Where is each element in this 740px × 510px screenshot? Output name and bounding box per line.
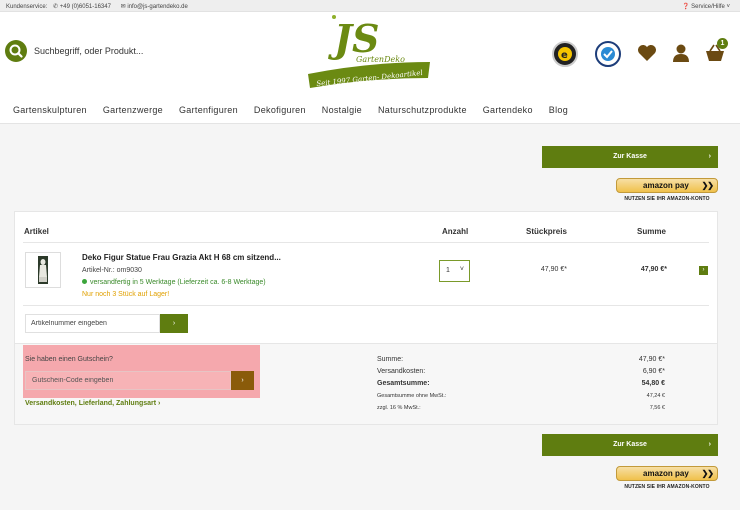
- summary-value-subtotal: 47,90 €*: [638, 356, 665, 363]
- cart-button[interactable]: 1: [704, 38, 728, 64]
- amazon-pay-label: amazon pay: [643, 469, 689, 478]
- amazon-pay-button[interactable]: amazon pay ❯❯: [616, 466, 718, 481]
- email-text: info@js-gartendeko.de: [127, 4, 188, 10]
- nav-item-dekofiguren[interactable]: Dekofiguren: [254, 105, 306, 115]
- user-icon: [673, 44, 689, 62]
- amazon-pay-button[interactable]: amazon pay ❯❯: [616, 178, 718, 193]
- quality-badge[interactable]: [595, 41, 621, 67]
- main-nav: Gartenskulpturen Gartenzwerge Gartenfigu…: [13, 105, 584, 115]
- header-quantity: Anzahl: [442, 227, 469, 236]
- cart-footer: Sie haben einen Gutschein? › Versandkost…: [15, 343, 717, 424]
- header-total: Summe: [637, 227, 666, 236]
- cart-table: Artikel Anzahl Stückpreis Summe Deko Fig…: [14, 211, 718, 425]
- wishlist-button[interactable]: [636, 42, 658, 64]
- summary-value-net: 47,24 €: [646, 393, 665, 399]
- summary-value-total: 54,80 €: [641, 380, 665, 387]
- summary-label-total: Gesamtsumme:: [377, 380, 430, 387]
- logo-sub-text: GartenDeko: [356, 55, 405, 64]
- search-icon: [9, 44, 23, 58]
- service-label: Kundenservice:: [6, 4, 48, 10]
- chevron-right-icon: ›: [708, 441, 711, 448]
- quantity-select[interactable]: 1 ˅: [439, 260, 470, 282]
- add-article-button[interactable]: ›: [160, 314, 188, 333]
- close-icon: ›: [702, 267, 705, 273]
- nav-item-naturschutzprodukte[interactable]: Naturschutzprodukte: [378, 105, 467, 115]
- product-thumbnail[interactable]: [25, 252, 61, 288]
- heart-icon: [638, 45, 656, 61]
- amazon-pay-top[interactable]: amazon pay ❯❯ NUTZEN SIE IHR AMAZON-KONT…: [616, 178, 718, 202]
- nav-item-gartendeko[interactable]: Gartendeko: [483, 105, 533, 115]
- chevron-right-icon: ›: [241, 377, 244, 384]
- chevron-down-icon: ˅: [459, 266, 464, 273]
- amazon-pay-bottom[interactable]: amazon pay ❯❯ NUTZEN SIE IHR AMAZON-KONT…: [616, 466, 718, 490]
- delivery-text: versandfertig in 5 Werktage (Lieferzeit …: [90, 279, 266, 286]
- header-article: Artikel: [24, 227, 49, 236]
- top-bar: Kundenservice: ✆ +49 (0)6051-16347 ✉ inf…: [0, 0, 740, 12]
- summary-label-net: Gesamtsumme ohne MwSt.:: [377, 393, 447, 399]
- remove-item-button[interactable]: ›: [699, 266, 708, 275]
- article-number: Artikel-Nr.: om9030: [82, 267, 142, 274]
- checkout-button-top[interactable]: Zur Kasse ›: [542, 146, 718, 168]
- summary-label-subtotal: Summe:: [377, 356, 404, 363]
- article-number-input[interactable]: [25, 314, 160, 333]
- help-label: Service/Hilfe: [691, 4, 725, 10]
- chevron-right-icon: ›: [172, 320, 176, 327]
- site-header: JS GartenDeko Seit 1997 Garten- Dekoarti…: [0, 12, 740, 124]
- award-icon: [601, 47, 615, 61]
- nav-item-nostalgie[interactable]: Nostalgie: [322, 105, 362, 115]
- quantity-value: 1: [446, 267, 450, 274]
- header-unit-price: Stückpreis: [526, 227, 567, 236]
- site-logo[interactable]: JS GartenDeko Seit 1997 Garten- Dekoarti…: [304, 12, 434, 88]
- trusted-shops-icon: e: [558, 47, 572, 61]
- phone-text: +49 (0)6051-16347: [59, 4, 111, 10]
- amazon-caption: NUTZEN SIE IHR AMAZON-KONTO: [624, 196, 710, 202]
- shipping-info-link[interactable]: Versandkosten, Lieferland, Zahlungsart ›: [25, 400, 160, 407]
- chevron-right-icon: ›: [708, 153, 711, 160]
- double-chevron-icon: ❯❯: [701, 181, 714, 190]
- trusted-shops-badge[interactable]: e: [552, 41, 578, 67]
- summary-label-shipping: Versandkosten:: [377, 368, 426, 375]
- search-button[interactable]: [5, 40, 27, 62]
- nav-item-gartenskulpturen[interactable]: Gartenskulpturen: [13, 105, 87, 115]
- delivery-status: versandfertig in 5 Werktage (Lieferzeit …: [82, 279, 266, 286]
- phone-link[interactable]: ✆ +49 (0)6051-16347: [53, 4, 115, 10]
- nav-item-blog[interactable]: Blog: [549, 105, 568, 115]
- unit-price: 47,90 €*: [540, 266, 567, 273]
- checkout-label: Zur Kasse: [613, 441, 647, 448]
- account-button[interactable]: [670, 42, 692, 64]
- amazon-caption: NUTZEN SIE IHR AMAZON-KONTO: [624, 484, 710, 490]
- checkout-button-bottom[interactable]: Zur Kasse ›: [542, 434, 718, 456]
- nav-item-gartenzwerge[interactable]: Gartenzwerge: [103, 105, 163, 115]
- coupon-code-input[interactable]: [25, 371, 231, 390]
- summary-value-vat: 7,56 €: [649, 405, 665, 411]
- contact-info: Kundenservice: ✆ +49 (0)6051-16347 ✉ inf…: [6, 3, 196, 10]
- stock-warning: Nur noch 3 Stück auf Lager!: [82, 291, 170, 298]
- search-input[interactable]: [34, 43, 234, 59]
- divider: [23, 305, 709, 306]
- divider: [23, 242, 709, 243]
- double-chevron-icon: ❯❯: [701, 469, 714, 478]
- summary-label-vat: zzgl. 16 % MwSt.:: [377, 405, 421, 411]
- checkout-label: Zur Kasse: [613, 153, 647, 160]
- nav-item-gartenfiguren[interactable]: Gartenfiguren: [179, 105, 238, 115]
- coupon-submit-button[interactable]: ›: [231, 371, 254, 390]
- cart-count-badge: 1: [717, 38, 728, 49]
- summary-value-shipping: 6,90 €*: [642, 368, 665, 375]
- status-dot-icon: [82, 279, 87, 284]
- statue-image: [38, 256, 48, 284]
- product-name-link[interactable]: Deko Figur Statue Frau Grazia Akt H 68 c…: [82, 253, 281, 262]
- svg-text:e: e: [561, 50, 568, 61]
- logo-graphic: JS GartenDeko Seit 1997 Garten- Dekoarti…: [308, 15, 430, 88]
- amazon-pay-label: amazon pay: [643, 181, 689, 190]
- email-link[interactable]: ✉ info@js-gartendeko.de: [121, 4, 192, 10]
- help-menu[interactable]: ❓ Service/Hilfe ˅: [682, 3, 730, 10]
- line-total: 47,90 €*: [640, 266, 667, 273]
- coupon-question: Sie haben einen Gutschein?: [25, 356, 113, 363]
